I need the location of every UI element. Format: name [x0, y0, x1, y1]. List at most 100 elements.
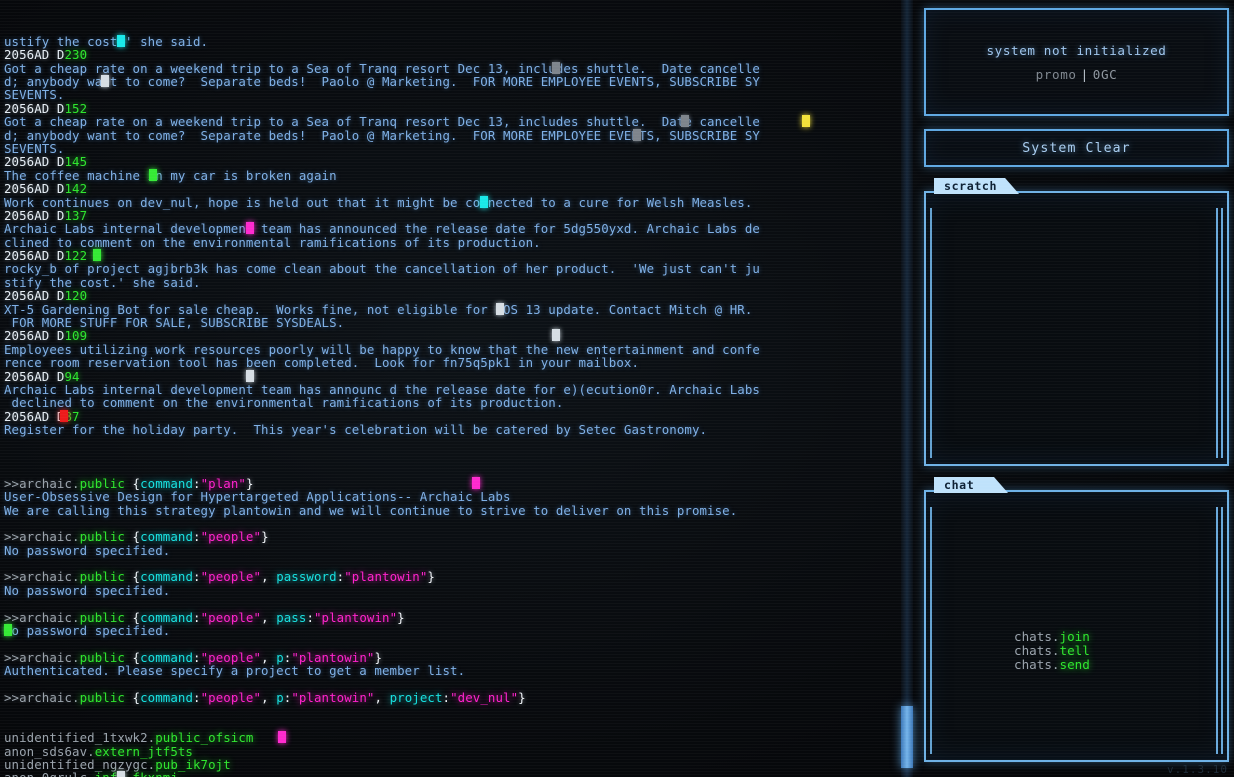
arg-separator: ,: [261, 609, 277, 625]
terminal-scrollbar-thumb[interactable]: [901, 706, 913, 768]
feed-line: FOR MORE STUFF FOR SALE, SUBSCRIBE SYSDE…: [4, 315, 345, 331]
command-line[interactable]: >>archaic.public {command:"people", pass…: [4, 570, 902, 583]
tab-scratch-label: scratch: [944, 179, 998, 193]
arg-separator: ,: [374, 689, 390, 705]
feed-line: Register for the holiday party. This yea…: [4, 422, 708, 438]
chat-scrollbar[interactable]: [1216, 507, 1223, 754]
message-feed: ustify the cost.' she said. 2056AD D230 Go…: [4, 34, 902, 438]
chat-command[interactable]: chats.join: [1014, 630, 1090, 644]
glitch-artifact: [495, 302, 504, 315]
glitch-artifact: [245, 222, 254, 235]
glitch-artifact: [149, 168, 158, 181]
arg-colon: :: [193, 609, 201, 625]
feed-id: 230: [64, 47, 88, 63]
app-root: ustify the cost.' she said. 2056AD D230 Go…: [0, 0, 1234, 777]
feed-line: d; anybody want to come? Separate beds! …: [4, 127, 760, 143]
glitch-artifact: [479, 195, 488, 208]
system-status-panel: system not initialized promo | 0GC: [924, 8, 1229, 116]
chat-command[interactable]: chats.send: [1014, 658, 1090, 672]
glitch-artifact: [632, 128, 641, 141]
arg-value: "people": [200, 529, 262, 545]
tab-scratch[interactable]: scratch: [934, 178, 1019, 194]
response-line: No password specified.: [4, 582, 171, 598]
tab-chat[interactable]: chat: [934, 477, 1008, 493]
version-label: v.1.3.10: [1167, 763, 1228, 776]
arg-value: "plantowin": [344, 569, 428, 585]
system-clear-button[interactable]: System Clear: [924, 129, 1229, 167]
member-row[interactable]: unidentified_1txwk2.public_ofsicm: [4, 731, 902, 744]
brace-close: }: [397, 609, 405, 625]
scratch-panel[interactable]: scratch: [924, 178, 1229, 466]
arg-separator: ,: [261, 689, 277, 705]
arg-key: password: [276, 569, 337, 585]
feed-line: stify the cost.' she said.: [4, 274, 201, 290]
scratch-body[interactable]: [924, 191, 1229, 466]
command-prefix: >>archaic.: [4, 689, 80, 705]
feed-era: 2056AD D: [4, 288, 65, 304]
feed-line: SEVENTS.: [4, 87, 65, 103]
brace-open: {: [124, 689, 141, 705]
arg-key: project: [389, 689, 443, 705]
arg-key: p: [276, 689, 284, 705]
brace-close: }: [427, 569, 435, 585]
command-exchanges: >>archaic.public {command:"plan"} User-Ob…: [4, 463, 902, 704]
chat-body[interactable]: chats.join chats.tell chats.send: [924, 490, 1229, 762]
feed-line: XT-5 Gardening Bot for sale cheap. Works…: [4, 301, 753, 317]
command-object: public: [79, 689, 125, 705]
feed-timestamp: 2056AD D109: [4, 329, 902, 343]
scratch-scrollbar[interactable]: [1216, 208, 1223, 458]
feed-era: 2056AD D: [4, 181, 65, 197]
terminal-scrollbar-track[interactable]: [901, 0, 913, 777]
member-list: unidentified_1txwk2.public_ofsicm anon_sd…: [4, 731, 902, 777]
arg-value: "people": [200, 609, 262, 625]
arg-value: "people": [200, 689, 262, 705]
feed-timestamp: 2056AD D120: [4, 289, 902, 302]
feed-line: Got a cheap rate on a weekend trip to a …: [4, 60, 760, 76]
sidebar: system not initialized promo | 0GC System …: [918, 0, 1234, 777]
glitch-artifact: [116, 771, 125, 777]
brace-close: }: [518, 689, 526, 705]
feed-timestamp: 2056AD D142: [4, 182, 902, 195]
terminal-output[interactable]: ustify the cost.' she said. 2056AD D230 Go…: [0, 0, 902, 777]
promo-row: promo | 0GC: [1036, 67, 1118, 82]
feed-id: 142: [64, 181, 88, 197]
response-line: User-Obsessive Design for Hypertargeted …: [4, 489, 511, 505]
member-row[interactable]: anon_sds6av.extern_jtf5ts: [4, 744, 902, 758]
chat-command-name: send: [1059, 657, 1090, 672]
glitch-artifact: [552, 61, 561, 74]
glitch-artifact: [92, 249, 101, 262]
arg-value: "people": [200, 569, 262, 585]
member-row[interactable]: anon_0qrulc.info_fkxnmj: [4, 771, 902, 777]
glitch-artifact: [471, 476, 480, 489]
feed-timestamp: 2056AD D230: [4, 48, 902, 61]
chat-left-rail: [930, 507, 933, 754]
arg-value: "dev_nul": [450, 689, 519, 705]
chat-command[interactable]: chats.tell: [1014, 644, 1090, 658]
arg-separator: ,: [261, 569, 277, 585]
system-clear-label: System Clear: [1022, 140, 1131, 156]
glitch-artifact: [116, 34, 125, 47]
response-line: No password specified.: [4, 623, 171, 639]
arg-colon: :: [193, 569, 201, 585]
chat-panel[interactable]: chat chats.join chats.tell chats.send: [924, 477, 1229, 762]
chat-command-namespace: chats.: [1014, 643, 1060, 658]
feed-line: Archaic Labs internal development team h…: [4, 221, 760, 237]
feed-line: Work continues on dev_nul, hope is held …: [4, 194, 753, 210]
command-line[interactable]: >>archaic.public {command:"people"}: [4, 530, 902, 543]
arg-key: command: [140, 689, 194, 705]
scratch-left-rail: [930, 208, 933, 458]
glitch-artifact: [801, 115, 810, 128]
member-name: anon_0qrulc.: [4, 770, 95, 777]
promo-label: promo: [1035, 66, 1077, 82]
feed-timestamp: 2056AD D145: [4, 155, 902, 168]
command-line[interactable]: >>archaic.public {command:"people", p:"p…: [4, 691, 902, 704]
arg-colon: :: [193, 529, 201, 545]
arg-value: "plantowin": [314, 609, 398, 625]
feed-timestamp: 2056AD D94: [4, 369, 902, 383]
promo-separator: |: [1080, 66, 1089, 82]
glitch-artifact: [60, 409, 69, 422]
